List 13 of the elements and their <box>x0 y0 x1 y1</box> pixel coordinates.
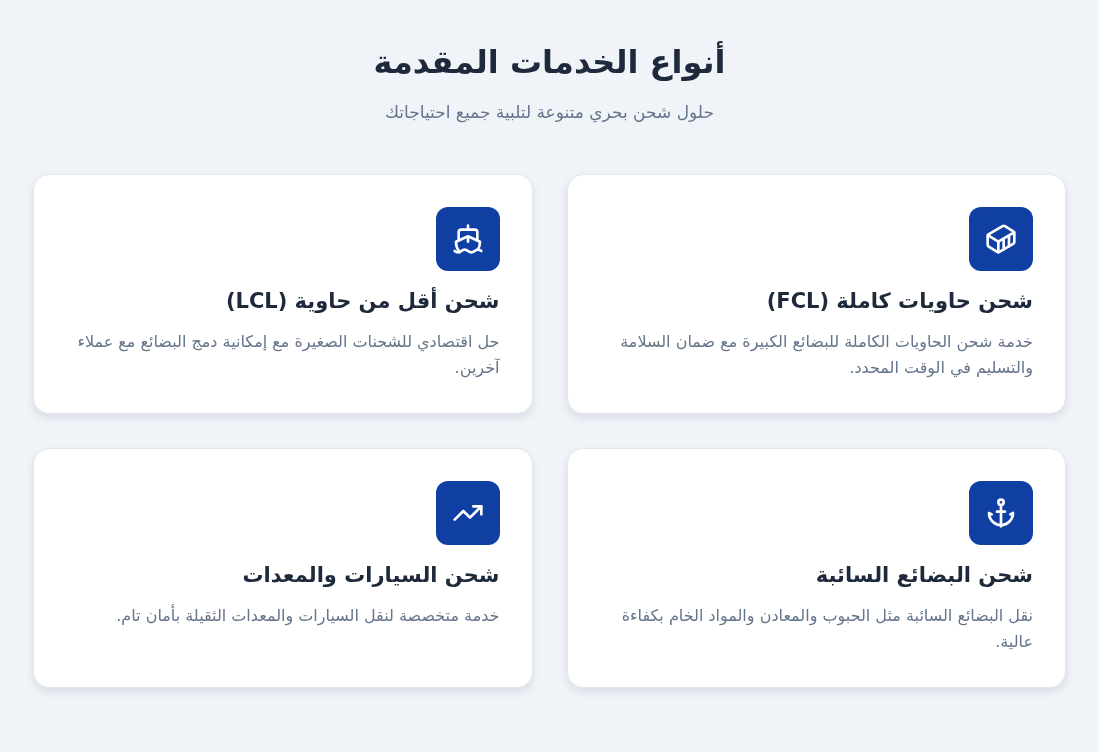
container-icon <box>969 207 1033 271</box>
service-title: شحن البضائع السائبة <box>815 562 1033 589</box>
service-title: شحن السيارات والمعدات <box>242 562 500 589</box>
section-subtitle: حلول شحن بحري متنوعة لتلبية جميع احتياجاتك <box>385 101 714 125</box>
service-title: شحن حاويات كاملة (FCL) <box>766 288 1033 315</box>
service-description: خدمة شحن الحاويات الكاملة للبضائع الكبيرة مع ضمان السلامة والتسليم في الوقت المحدد. <box>619 331 1033 380</box>
service-description: نقل البضائع السائبة مثل الحبوب والمعادن والمواد الخام بكفاءة عالية. <box>620 605 1033 653</box>
service-description: حل اقتصادي للشحنات الصغيرة مع إمكانية دمج البضائع مع عملاء آخرين. <box>76 331 500 380</box>
section-title: أنواع الخدمات المقدمة <box>373 40 726 83</box>
anchor-icon <box>969 481 1033 545</box>
ship-icon <box>435 207 500 271</box>
service-description: خدمة متخصصة لنقل السيارات والمعدات الثقيلة بأمان تام. <box>116 603 500 628</box>
service-title: شحن أقل من حاوية (LCL) <box>225 286 500 315</box>
